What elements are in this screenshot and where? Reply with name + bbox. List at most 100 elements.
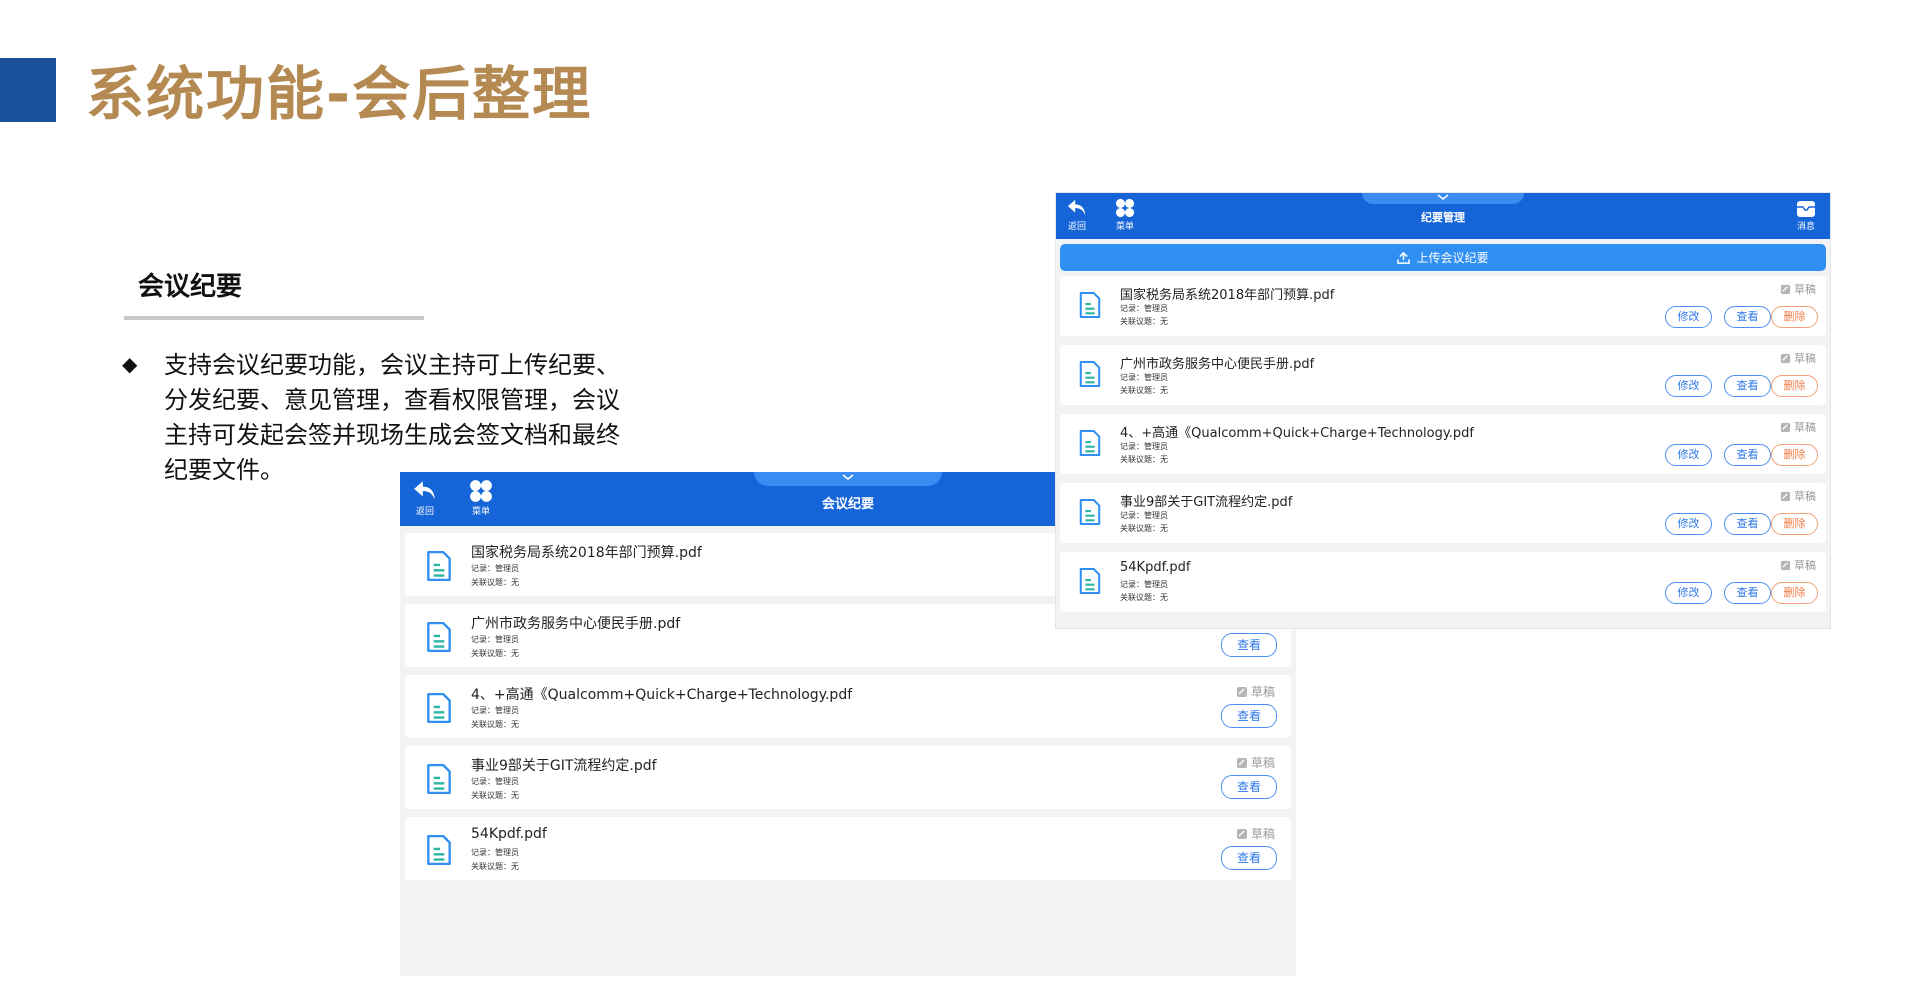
draft-badge: 草稿 xyxy=(1236,825,1275,842)
document-icon xyxy=(1079,567,1101,595)
topic-text: 关联议题：无 xyxy=(471,649,519,658)
list-item[interactable]: 事业9部关于GIT流程约定.pdf 记录：管理员 关联议题：无 草稿 查看 xyxy=(405,746,1291,809)
document-icon xyxy=(1079,360,1101,388)
file-name: 广州市政务服务中心便民手册.pdf xyxy=(1120,357,1315,372)
document-icon xyxy=(1079,429,1101,457)
message-label: 消息 xyxy=(1796,222,1815,232)
draft-label: 草稿 xyxy=(1250,827,1275,841)
view-button[interactable]: 查看 xyxy=(1221,704,1277,728)
recorder-text: 记录：管理员 xyxy=(471,848,519,857)
recorder-text: 记录：管理员 xyxy=(471,564,519,573)
file-name: 国家税务局系统2018年部门预算.pdf xyxy=(471,545,702,561)
list-item[interactable]: 54Kpdf.pdf 记录：管理员 关联议题：无 草稿 修改 查看 删除 xyxy=(1060,552,1826,612)
list-item[interactable]: 4、+高通《Qualcomm+Quick+Charge+Technology.p… xyxy=(405,675,1291,738)
topic-text: 关联议题：无 xyxy=(471,862,519,871)
edit-button[interactable]: 修改 xyxy=(1665,375,1712,397)
draft-badge: 草稿 xyxy=(1780,419,1816,435)
view-button[interactable]: 查看 xyxy=(1221,775,1277,799)
draft-icon xyxy=(1236,757,1247,768)
file-name: 4、+高通《Qualcomm+Quick+Charge+Technology.p… xyxy=(1120,426,1474,441)
document-icon xyxy=(427,621,451,653)
delete-button[interactable]: 删除 xyxy=(1771,306,1818,328)
feature-description: 支持会议纪要功能，会议主持可上传纪要、分发纪要、意见管理，查看权限管理，会议主持… xyxy=(164,351,620,484)
delete-button[interactable]: 删除 xyxy=(1771,375,1818,397)
draft-label: 草稿 xyxy=(1794,421,1816,434)
view-button[interactable]: 查看 xyxy=(1724,375,1771,397)
view-button[interactable]: 查看 xyxy=(1724,444,1771,466)
chevron-down-icon xyxy=(842,474,854,481)
app-header: 返回 菜单 纪要管理 消息 xyxy=(1056,193,1830,239)
edit-button[interactable]: 修改 xyxy=(1665,444,1712,466)
draft-badge: 草稿 xyxy=(1780,557,1816,573)
file-meta: 记录：管理员 关联议题：无 xyxy=(1120,578,1168,604)
topic-text: 关联议题：无 xyxy=(1120,317,1168,326)
pull-down-tab[interactable] xyxy=(1362,193,1524,204)
file-meta: 记录：管理员 关联议题：无 xyxy=(1120,371,1168,397)
recorder-text: 记录：管理员 xyxy=(1120,580,1168,589)
recorder-text: 记录：管理员 xyxy=(1120,304,1168,313)
file-meta: 记录：管理员 关联议题：无 xyxy=(1120,509,1168,535)
delete-button[interactable]: 删除 xyxy=(1771,444,1818,466)
edit-button[interactable]: 修改 xyxy=(1665,306,1712,328)
pull-down-tab[interactable] xyxy=(754,472,942,486)
document-icon xyxy=(427,834,451,866)
draft-label: 草稿 xyxy=(1794,490,1816,503)
file-meta: 记录：管理员 关联议题：无 xyxy=(1120,302,1168,328)
bullet-diamond-icon: ◆ xyxy=(122,352,138,376)
file-meta: 记录：管理员 关联议题：无 xyxy=(471,562,519,590)
topic-text: 关联议题：无 xyxy=(471,720,519,729)
draft-label: 草稿 xyxy=(1794,283,1816,296)
topic-text: 关联议题：无 xyxy=(471,791,519,800)
chevron-down-icon xyxy=(1437,194,1449,200)
document-icon xyxy=(427,550,451,582)
list-item[interactable]: 4、+高通《Qualcomm+Quick+Charge+Technology.p… xyxy=(1060,414,1826,474)
file-name: 广州市政务服务中心便民手册.pdf xyxy=(471,616,681,632)
file-meta: 记录：管理员 关联议题：无 xyxy=(1120,440,1168,466)
topic-text: 关联议题：无 xyxy=(1120,593,1168,602)
section-divider xyxy=(124,316,424,320)
upload-icon xyxy=(1397,251,1411,264)
view-button[interactable]: 查看 xyxy=(1221,846,1277,870)
list-item[interactable]: 广州市政务服务中心便民手册.pdf 记录：管理员 关联议题：无 草稿 修改 查看 … xyxy=(1060,345,1826,405)
file-name: 国家税务局系统2018年部门预算.pdf xyxy=(1120,288,1335,303)
draft-badge: 草稿 xyxy=(1236,683,1275,700)
draft-badge: 草稿 xyxy=(1780,350,1816,366)
recorder-text: 记录：管理员 xyxy=(471,635,519,644)
delete-button[interactable]: 删除 xyxy=(1771,513,1818,535)
recorder-text: 记录：管理员 xyxy=(1120,511,1168,520)
list-item[interactable]: 国家税务局系统2018年部门预算.pdf 记录：管理员 关联议题：无 草稿 修改 … xyxy=(1060,276,1826,336)
edit-button[interactable]: 修改 xyxy=(1665,582,1712,604)
section-title: 会议纪要 xyxy=(138,272,243,302)
upload-label: 上传会议纪要 xyxy=(1416,251,1489,265)
file-meta: 记录：管理员 关联议题：无 xyxy=(471,633,519,661)
recorder-text: 记录：管理员 xyxy=(1120,442,1168,451)
document-icon xyxy=(427,763,451,795)
view-button[interactable]: 查看 xyxy=(1221,633,1277,657)
draft-label: 草稿 xyxy=(1794,559,1816,572)
file-name: 事业9部关于GIT流程约定.pdf xyxy=(471,758,657,774)
upload-minutes-button[interactable]: 上传会议纪要 xyxy=(1060,244,1826,271)
file-name: 54Kpdf.pdf xyxy=(1120,560,1191,575)
minutes-list: 国家税务局系统2018年部门预算.pdf 记录：管理员 关联议题：无 草稿 修改 … xyxy=(1056,276,1830,612)
view-button[interactable]: 查看 xyxy=(1724,306,1771,328)
message-button[interactable]: 消息 xyxy=(1796,200,1816,232)
slide-title: 系统功能-会后整理 xyxy=(86,60,593,128)
draft-badge: 草稿 xyxy=(1780,488,1816,504)
edit-button[interactable]: 修改 xyxy=(1665,513,1712,535)
file-name: 事业9部关于GIT流程约定.pdf xyxy=(1120,495,1293,510)
list-item[interactable]: 54Kpdf.pdf 记录：管理员 关联议题：无 草稿 查看 xyxy=(405,817,1291,880)
recorder-text: 记录：管理员 xyxy=(471,706,519,715)
document-icon xyxy=(427,692,451,724)
topic-text: 关联议题：无 xyxy=(1120,524,1168,533)
file-name: 54Kpdf.pdf xyxy=(471,826,547,842)
screen-title: 纪要管理 xyxy=(1421,211,1465,224)
draft-icon xyxy=(1236,686,1247,697)
view-button[interactable]: 查看 xyxy=(1724,513,1771,535)
view-button[interactable]: 查看 xyxy=(1724,582,1771,604)
delete-button[interactable]: 删除 xyxy=(1771,582,1818,604)
file-meta: 记录：管理员 关联议题：无 xyxy=(471,846,519,874)
recorder-text: 记录：管理员 xyxy=(1120,373,1168,382)
minutes-management-screen: 返回 菜单 纪要管理 消息 上传会议纪要 国家税务局系统2018年部门预算.pd… xyxy=(1056,193,1830,628)
list-item[interactable]: 事业9部关于GIT流程约定.pdf 记录：管理员 关联议题：无 草稿 修改 查看 … xyxy=(1060,483,1826,543)
document-icon xyxy=(1079,498,1101,526)
